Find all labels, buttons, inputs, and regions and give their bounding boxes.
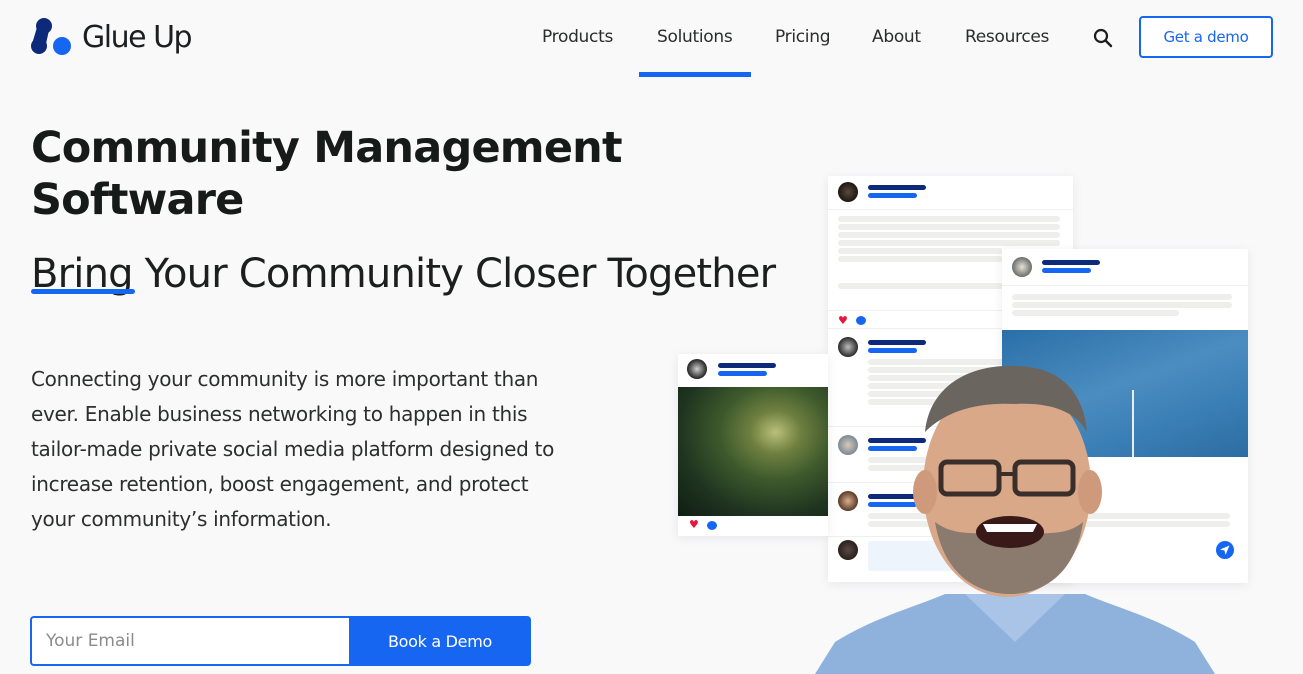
divider [1002, 285, 1248, 286]
text-placeholder [1012, 302, 1232, 308]
name-placeholder [1042, 260, 1100, 265]
divider [828, 209, 1073, 210]
person-photo [815, 365, 1215, 674]
demo-form: Book a Demo [30, 616, 531, 666]
feed-card-plant: ♥ [678, 354, 828, 536]
subtitle-underline [31, 289, 135, 294]
heart-icon: ♥ [689, 518, 699, 531]
send-icon[interactable] [1216, 541, 1234, 559]
subname-placeholder [718, 371, 767, 376]
subname-placeholder [868, 193, 917, 198]
nav-item-about[interactable]: About [872, 27, 921, 47]
email-input[interactable] [30, 616, 349, 666]
text-placeholder [838, 248, 1003, 254]
avatar [838, 337, 858, 357]
text-placeholder [838, 240, 1060, 246]
site-header: Glue Up Products Solutions Pricing About… [0, 0, 1303, 80]
subtitle-rest: Your Community Closer Together [132, 251, 776, 297]
nav-item-resources[interactable]: Resources [965, 27, 1049, 47]
book-a-demo-button[interactable]: Book a Demo [349, 616, 531, 666]
text-placeholder [838, 283, 1003, 289]
text-placeholder [1012, 310, 1179, 316]
nav-item-solutions[interactable]: Solutions [657, 27, 733, 47]
subname-placeholder [1042, 268, 1091, 273]
hero-description: Connecting your community is more import… [31, 367, 555, 531]
page-title: Community Management Software [31, 123, 623, 225]
text-placeholder [838, 216, 1060, 222]
avatar [687, 359, 707, 379]
brand-name: Glue Up [82, 19, 193, 55]
logo[interactable]: Glue Up [30, 16, 193, 58]
comment-icon [707, 521, 717, 530]
name-placeholder [868, 185, 926, 190]
heart-icon: ♥ [838, 314, 848, 327]
plant-photo [678, 387, 828, 516]
comment-icon [856, 316, 866, 325]
avatar [1012, 257, 1032, 277]
nav-item-products[interactable]: Products [542, 27, 613, 47]
get-a-demo-button[interactable]: Get a demo [1139, 16, 1273, 58]
name-placeholder [868, 340, 926, 345]
text-placeholder [1012, 294, 1232, 300]
hero-subtitle: Bring Your Community Closer Together [31, 251, 776, 297]
active-nav-indicator [639, 72, 751, 77]
text-placeholder [838, 224, 1060, 230]
subname-placeholder [868, 348, 917, 353]
text-placeholder [838, 256, 1003, 262]
search-icon[interactable] [1093, 28, 1113, 48]
name-placeholder [718, 363, 776, 368]
avatar [838, 182, 858, 202]
text-placeholder [838, 232, 1060, 238]
glue-up-logo-icon [31, 18, 71, 55]
nav-item-pricing[interactable]: Pricing [775, 27, 831, 47]
